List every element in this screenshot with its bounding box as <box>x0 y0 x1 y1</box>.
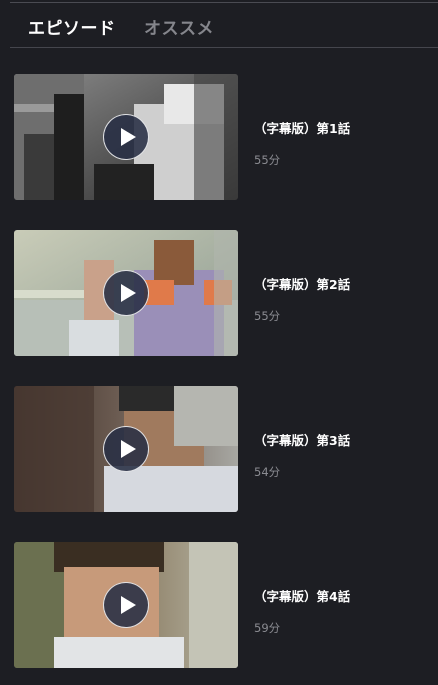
episode-item-2[interactable]: （字幕版）第2話 55分 <box>14 230 438 356</box>
play-button[interactable] <box>103 426 149 472</box>
episode-thumbnail[interactable] <box>14 542 238 668</box>
play-button[interactable] <box>103 270 149 316</box>
episode-title[interactable]: （字幕版）第4話 <box>254 586 350 605</box>
tab-divider <box>10 47 438 48</box>
episode-duration: 59分 <box>254 621 281 635</box>
episode-title[interactable]: （字幕版）第2話 <box>254 274 350 293</box>
episode-thumbnail[interactable] <box>14 230 238 356</box>
play-icon <box>120 596 136 614</box>
episode-title[interactable]: （字幕版）第1話 <box>254 118 350 137</box>
episode-item-3[interactable]: （字幕版）第3話 54分 <box>14 386 438 512</box>
play-button[interactable] <box>103 582 149 628</box>
episode-thumbnail[interactable] <box>14 386 238 512</box>
play-icon <box>120 128 136 146</box>
play-button[interactable] <box>103 114 149 160</box>
episode-item-4[interactable]: （字幕版）第4話 59分 <box>14 542 438 668</box>
tab-recommended[interactable]: オススメ <box>144 14 214 39</box>
episode-duration: 55分 <box>254 153 281 167</box>
play-icon <box>120 284 136 302</box>
tab-bar: エピソード オススメ <box>0 0 438 49</box>
tab-episodes[interactable]: エピソード <box>28 14 116 39</box>
episode-item-1[interactable]: （字幕版）第1話 55分 <box>14 74 438 200</box>
episode-title[interactable]: （字幕版）第3話 <box>254 430 350 449</box>
episode-duration: 54分 <box>254 465 281 479</box>
episode-duration: 55分 <box>254 309 281 323</box>
play-icon <box>120 440 136 458</box>
episode-thumbnail[interactable] <box>14 74 238 200</box>
